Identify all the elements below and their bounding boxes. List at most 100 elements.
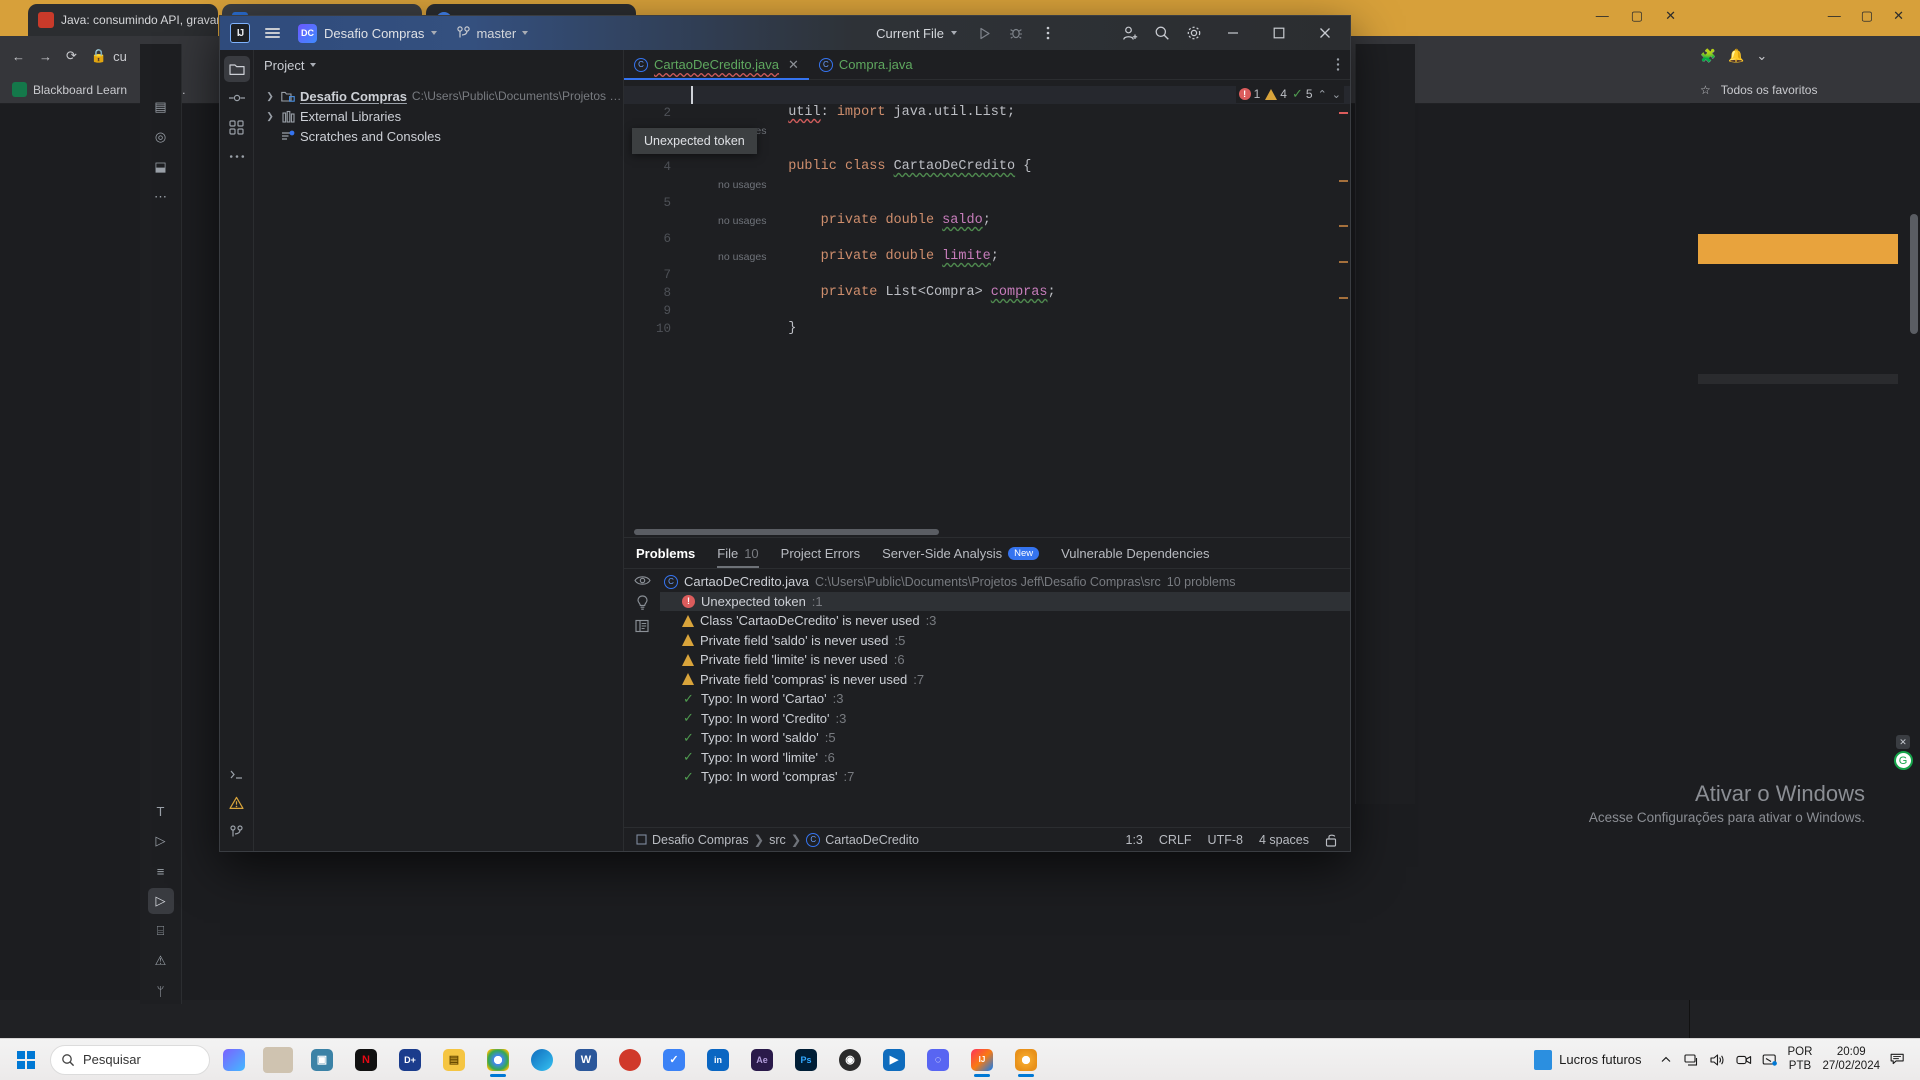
taskbar-app-todoist[interactable]: ✓ — [654, 1041, 694, 1079]
tree-node-desafio-compras[interactable]: ❯ Desafio Compras C:\Users\Public\Docume… — [254, 86, 623, 106]
chevron-down-icon[interactable] — [310, 63, 317, 67]
browser-tab[interactable]: Java: consumindo API, gravando ✕ — [28, 4, 218, 36]
network-icon[interactable] — [1683, 1052, 1700, 1068]
taskbar-search-input[interactable]: Pesquisar — [50, 1044, 210, 1075]
taskbar-app-intellij-idea[interactable]: IJ — [962, 1041, 1002, 1079]
expand-arrow-icon[interactable]: ❯ — [264, 91, 276, 102]
problem-row[interactable]: ! Unexpected token :1 — [660, 591, 1350, 611]
taskbar-app-netflix[interactable]: N — [346, 1041, 386, 1079]
warning-marker[interactable] — [1339, 180, 1348, 182]
terminal-tool-icon[interactable]: T — [148, 798, 174, 824]
run-selected-tool-icon[interactable]: ▷ — [147, 888, 174, 914]
background-browser-window-2[interactable]: — ▢ ✕ 🧩 🔔 ⌄ ☆ Todos os favoritos — [1690, 0, 1920, 1040]
bookmark-item[interactable]: Blackboard Learn — [12, 82, 127, 97]
language-indicator[interactable]: POR PTB — [1788, 1046, 1813, 1072]
inspection-widget[interactable]: ! 1 4 ✓ 5 ⌃ ⌄ — [1235, 85, 1344, 103]
taskbar-app-file-explorer[interactable]: ▤ — [434, 1041, 474, 1079]
code-line-3[interactable]: public class CartaoDeCredito { — [691, 140, 1350, 174]
warning-marker[interactable] — [1339, 261, 1348, 263]
problem-row[interactable]: ✓ Typo: In word 'Credito' :3 — [660, 709, 1350, 729]
services-tool-icon[interactable]: ⌸ — [148, 918, 174, 944]
problem-row[interactable]: Private field 'saldo' is never used :5 — [660, 631, 1350, 651]
structure-tool-icon[interactable]: ⬓ — [148, 154, 174, 180]
inlay-hint-no-usages[interactable]: no usages — [691, 176, 1350, 194]
ide-title-bar[interactable]: IJ DC Desafio Compras master Current Fil… — [220, 16, 1350, 50]
tab-problems[interactable]: Problems — [636, 538, 695, 568]
indent-setting[interactable]: 4 spaces — [1259, 833, 1309, 847]
main-menu-icon[interactable] — [258, 20, 286, 46]
maximize-icon[interactable]: ▢ — [1861, 8, 1873, 24]
close-icon[interactable] — [1304, 16, 1346, 50]
problem-row[interactable]: ✓ Typo: In word 'limite' :6 — [660, 748, 1350, 768]
tab-file[interactable]: File 10 — [717, 538, 760, 568]
preview-panel-icon[interactable] — [635, 619, 649, 633]
maximize-icon[interactable] — [1258, 16, 1300, 50]
inlay-hint-no-usages[interactable]: no usages — [691, 122, 1350, 140]
warning-count[interactable]: 4 — [1265, 87, 1287, 101]
git-tool-icon[interactable]: ᛘ — [148, 978, 174, 1004]
scrollbar-thumb[interactable] — [1910, 214, 1918, 334]
code-line-9[interactable]: } — [691, 302, 1350, 336]
problem-row[interactable]: Class 'CartaoDeCredito' is never used :3 — [660, 611, 1350, 631]
problem-row[interactable]: ✓ Typo: In word 'saldo' :5 — [660, 728, 1350, 748]
previous-problem-icon[interactable]: ⌃ — [1318, 88, 1327, 101]
scrollbar-thumb[interactable] — [634, 529, 939, 535]
editor-marker-strip[interactable] — [1338, 80, 1350, 527]
run-tool-icon[interactable]: ▷ — [148, 828, 174, 854]
project-tool-window-header[interactable]: Project — [254, 50, 623, 80]
back-icon[interactable]: ← — [12, 49, 25, 64]
clock[interactable]: 20:09 27/02/2024 — [1822, 1046, 1880, 1072]
windows-taskbar[interactable]: Pesquisar ▣ N D+ ▤ W ✓ in Ae Ps ◉ ▶ ◌ IJ… — [0, 1038, 1920, 1080]
taskbar-app-after-effects[interactable]: Ae — [742, 1041, 782, 1079]
taskbar-app-chrome-second-window[interactable] — [1006, 1041, 1046, 1079]
reload-icon[interactable]: ⟳ — [66, 48, 77, 64]
editor-tab-compra[interactable]: C Compra.java — [809, 50, 923, 79]
intellij-idea-logo-icon[interactable]: IJ — [226, 20, 254, 46]
intellij-idea-window[interactable]: IJ DC Desafio Compras master Current Fil… — [220, 16, 1350, 851]
project-tool-window-icon[interactable] — [223, 56, 250, 82]
unlock-icon[interactable] — [1325, 833, 1338, 847]
taskbar-app-google-chrome[interactable] — [478, 1041, 518, 1079]
browser-scrollbar[interactable] — [1910, 214, 1918, 684]
expand-arrow-icon[interactable]: ❯ — [264, 111, 276, 122]
more-vertical-icon[interactable] — [1034, 20, 1062, 46]
taskbar-app-photoshop[interactable]: Ps — [786, 1041, 826, 1079]
run-icon[interactable] — [970, 20, 998, 46]
chevron-up-icon[interactable] — [1658, 1052, 1674, 1068]
editor-status-indicators[interactable]: 1:3 CRLF UTF-8 4 spaces — [1126, 833, 1339, 847]
minimize-icon[interactable]: — — [1596, 8, 1609, 24]
notifications-icon[interactable] — [1890, 1052, 1906, 1068]
taskbar-app-obs-studio[interactable]: ◉ — [830, 1041, 870, 1079]
run-configuration-selector[interactable]: Current File — [867, 23, 966, 44]
breadcrumb-item-project[interactable]: Desafio Compras — [636, 833, 749, 847]
windows-start-icon[interactable] — [6, 1042, 46, 1078]
grammarly-icon[interactable]: G — [1893, 751, 1913, 770]
project-tool-icon[interactable]: ▤ — [148, 94, 174, 120]
taskbar-app-disney-plus[interactable]: D+ — [390, 1041, 430, 1079]
file-encoding[interactable]: UTF-8 — [1208, 833, 1243, 847]
lightbulb-icon[interactable] — [636, 595, 649, 611]
onedrive-icon[interactable] — [1762, 1052, 1778, 1068]
add-user-icon[interactable] — [1116, 20, 1144, 46]
problem-row[interactable]: Private field 'compras' is never used :7 — [660, 670, 1350, 690]
eye-icon[interactable] — [633, 574, 651, 587]
version-control-tool-window-icon[interactable] — [224, 819, 250, 845]
close-icon[interactable]: ✕ — [1896, 735, 1910, 749]
problem-row[interactable]: ✓ Typo: In word 'compras' :7 — [660, 767, 1350, 787]
editor-tab-cartaodecredito[interactable]: C CartaoDeCredito.java ✕ — [624, 50, 809, 80]
editor-tabs-more-icon[interactable] — [1326, 50, 1350, 79]
maximize-icon[interactable]: ▢ — [1631, 8, 1643, 24]
debug-icon[interactable] — [1002, 20, 1030, 46]
error-marker[interactable] — [1339, 112, 1348, 114]
more-tool-icon[interactable]: ⋯ — [148, 184, 174, 210]
tab-server-side-analysis[interactable]: Server-Side Analysis New — [882, 538, 1040, 568]
line-separator[interactable]: CRLF — [1159, 833, 1192, 847]
problems-file-row[interactable]: C CartaoDeCredito.java C:\Users\Public\D… — [660, 572, 1350, 592]
todo-tool-icon[interactable]: ≡ — [148, 858, 174, 884]
problems-list[interactable]: C CartaoDeCredito.java C:\Users\Public\D… — [660, 569, 1350, 827]
tab-project-errors[interactable]: Project Errors — [781, 538, 860, 568]
chevron-down-icon[interactable]: ⌄ — [1756, 48, 1767, 64]
search-icon[interactable] — [1148, 20, 1176, 46]
warning-marker[interactable] — [1339, 297, 1348, 299]
typo-count[interactable]: ✓ 5 — [1292, 86, 1313, 102]
